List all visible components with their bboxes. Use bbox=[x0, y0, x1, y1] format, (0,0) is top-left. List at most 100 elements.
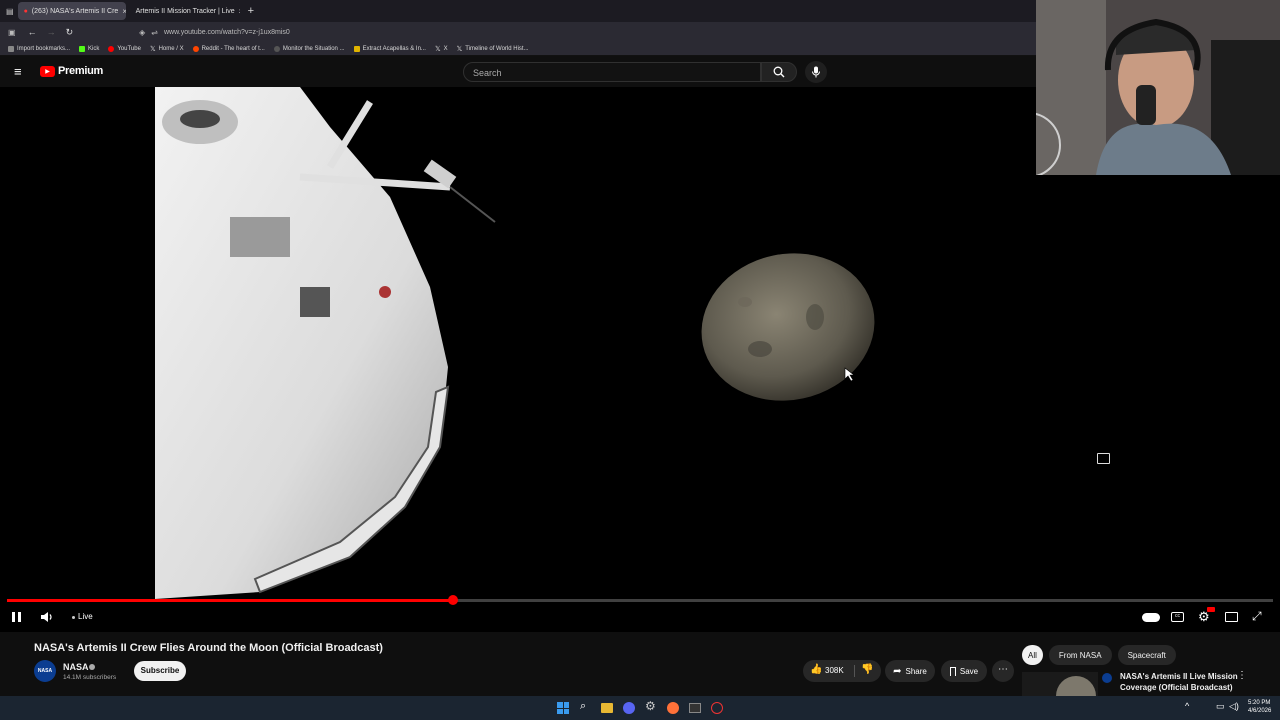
x-icon: 𝕏 bbox=[456, 45, 463, 53]
recommended-title-line1[interactable]: NASA's Artemis II Live Mission bbox=[1120, 672, 1238, 681]
tab-tracker[interactable]: Artemis II Mission Tracker | Live × bbox=[130, 2, 240, 20]
bookmark-item[interactable]: YouTube bbox=[108, 45, 141, 52]
close-tab-icon[interactable]: × bbox=[239, 7, 240, 16]
clock-time[interactable]: 5:20 PM bbox=[1248, 700, 1270, 706]
page-info-icon[interactable]: ⇌ bbox=[151, 28, 158, 37]
url-field[interactable]: www.youtube.com/watch?v=z-j1ux8mis0 bbox=[164, 29, 290, 36]
windows-taskbar: ⌕ ⚙ ^ ▭ ◁) 5:20 PM 4/6/2026 bbox=[0, 696, 1280, 720]
globe-icon bbox=[273, 45, 280, 52]
channel-name[interactable]: NASA bbox=[63, 662, 89, 672]
autoplay-toggle[interactable] bbox=[1142, 613, 1160, 622]
tab-label: (263) NASA's Artemis II Cre bbox=[31, 7, 119, 15]
windows-start-icon[interactable] bbox=[557, 702, 569, 714]
player-controls: Live cc ⚙ ⤢ bbox=[0, 598, 1280, 632]
bookmark-item[interactable]: Kick bbox=[79, 45, 99, 52]
forward-icon[interactable]: → bbox=[47, 27, 56, 37]
browser-tab-bar: ▤ ● (263) NASA's Artemis II Cre × Artemi… bbox=[0, 0, 1036, 22]
save-label: Save bbox=[959, 666, 979, 676]
tray-chevron-icon[interactable]: ^ bbox=[1185, 701, 1189, 711]
live-badge[interactable]: Live bbox=[78, 612, 93, 621]
new-tab-icon[interactable]: + bbox=[248, 5, 254, 17]
firefox-icon[interactable] bbox=[667, 702, 679, 714]
microphone-icon bbox=[812, 66, 820, 78]
more-actions-button[interactable]: ⋯ bbox=[992, 660, 1014, 682]
filter-chips: All From NASA Spacecraft bbox=[1022, 645, 1176, 665]
bookmark-icon bbox=[949, 666, 956, 676]
menu-icon[interactable]: ≡ bbox=[14, 64, 22, 79]
bookmark-item[interactable]: Reddit - The heart of t... bbox=[192, 45, 265, 52]
bookmark-item[interactable]: 𝕏 Home / X bbox=[150, 45, 184, 53]
theater-mode-icon[interactable] bbox=[1225, 612, 1238, 622]
search-icon bbox=[773, 66, 785, 78]
recommended-channel-avatar[interactable] bbox=[1102, 673, 1112, 683]
thumbs-up-icon[interactable]: 👍 bbox=[810, 664, 822, 675]
terminal-icon[interactable] bbox=[689, 703, 701, 713]
search-input[interactable]: Search bbox=[463, 62, 761, 82]
video-title: NASA's Artemis II Crew Flies Around the … bbox=[34, 642, 383, 654]
premium-label: Premium bbox=[58, 65, 103, 77]
folder-icon bbox=[353, 45, 360, 52]
channel-avatar[interactable]: NASA bbox=[34, 660, 56, 682]
like-count[interactable]: 308K bbox=[825, 666, 844, 675]
like-dislike-group: 👍 308K 👎 bbox=[803, 660, 881, 682]
share-label: Share bbox=[905, 666, 927, 676]
recommended-thumbnail[interactable] bbox=[1022, 672, 1098, 696]
thumbnail-moon bbox=[1056, 676, 1096, 696]
reload-icon[interactable]: ↻ bbox=[66, 27, 74, 38]
x-icon: 𝕏 bbox=[149, 45, 156, 53]
streamer-webcam: NA bbox=[1036, 0, 1280, 175]
bookmark-item[interactable]: 𝕏X bbox=[435, 45, 448, 53]
speaker-icon: ● bbox=[23, 7, 28, 15]
volume-icon[interactable] bbox=[40, 611, 54, 623]
subscriber-count: 14.1M subscribers bbox=[63, 674, 117, 681]
tab-youtube[interactable]: ● (263) NASA's Artemis II Cre × bbox=[17, 2, 126, 20]
tab-label: Artemis II Mission Tracker | Live bbox=[135, 7, 235, 15]
live-dot-icon bbox=[72, 616, 75, 619]
x-icon: 𝕏 bbox=[434, 45, 441, 53]
video-info: NASA's Artemis II Crew Flies Around the … bbox=[0, 632, 1280, 696]
pause-icon[interactable] bbox=[12, 612, 15, 622]
close-tab-icon[interactable]: × bbox=[122, 7, 125, 16]
sidebar-icon[interactable]: ▣ bbox=[8, 28, 16, 37]
thumbs-down-icon[interactable]: 👎 bbox=[861, 664, 873, 675]
reddit-icon bbox=[192, 45, 199, 52]
chip-spacecraft[interactable]: Spacecraft bbox=[1117, 645, 1176, 665]
shield-icon[interactable]: ◈ bbox=[139, 28, 145, 37]
taskbar-search-icon[interactable]: ⌕ bbox=[580, 700, 586, 713]
recommended-more-icon[interactable]: ⋮ bbox=[1237, 670, 1247, 681]
captions-icon[interactable]: cc bbox=[1171, 612, 1184, 622]
voice-search-button[interactable] bbox=[805, 61, 827, 83]
youtube-header: ≡ ▶ Premium Search bbox=[0, 57, 1036, 87]
save-button[interactable]: Save bbox=[941, 660, 987, 682]
bookmark-icon bbox=[8, 45, 14, 52]
discord-icon[interactable] bbox=[623, 702, 635, 714]
bookmark-item[interactable]: Import bookmarks... bbox=[8, 45, 70, 52]
fullscreen-icon[interactable]: ⤢ bbox=[1252, 609, 1262, 624]
bookmark-item[interactable]: 𝕏 Timeline of World Hist... bbox=[457, 45, 529, 53]
youtube-icon bbox=[108, 45, 115, 52]
share-icon: ➦ bbox=[893, 665, 902, 677]
bookmark-item[interactable]: Monitor the Situation ... bbox=[273, 45, 345, 52]
webcam-overlay: NA bbox=[1036, 0, 1280, 175]
verified-icon bbox=[89, 664, 95, 670]
speaker-tray-icon[interactable]: ◁) bbox=[1229, 701, 1239, 712]
chip-from-nasa[interactable]: From NASA bbox=[1048, 645, 1112, 665]
youtube-logo[interactable]: ▶ Premium bbox=[40, 65, 103, 77]
search-button[interactable] bbox=[761, 62, 797, 82]
back-icon[interactable]: ← bbox=[28, 27, 37, 37]
clock-date[interactable]: 4/6/2026 bbox=[1248, 708, 1271, 714]
file-explorer-icon[interactable] bbox=[601, 703, 613, 713]
app-icon[interactable] bbox=[711, 702, 723, 714]
url-bar-row: ▣ ← → ↻ ◈ ⇌ www.youtube.com/watch?v=z-j1… bbox=[0, 22, 1036, 42]
share-button[interactable]: ➦ Share bbox=[885, 660, 935, 682]
miniplayer-icon[interactable] bbox=[1097, 453, 1110, 464]
chip-all[interactable]: All bbox=[1022, 645, 1043, 665]
recommended-title-line2[interactable]: Coverage (Official Broadcast) bbox=[1120, 683, 1232, 692]
bookmark-item[interactable]: Extract Acapellas & In... bbox=[353, 45, 426, 52]
subscribe-button[interactable]: Subscribe bbox=[134, 661, 186, 681]
kick-icon bbox=[79, 45, 86, 52]
network-icon[interactable]: ▭ bbox=[1216, 701, 1225, 712]
settings-app-icon[interactable]: ⚙ bbox=[645, 699, 656, 713]
tab-list-icon[interactable]: ▤ bbox=[6, 7, 14, 16]
bookmarks-bar: Import bookmarks... Kick YouTube 𝕏 Home /… bbox=[0, 42, 1036, 56]
